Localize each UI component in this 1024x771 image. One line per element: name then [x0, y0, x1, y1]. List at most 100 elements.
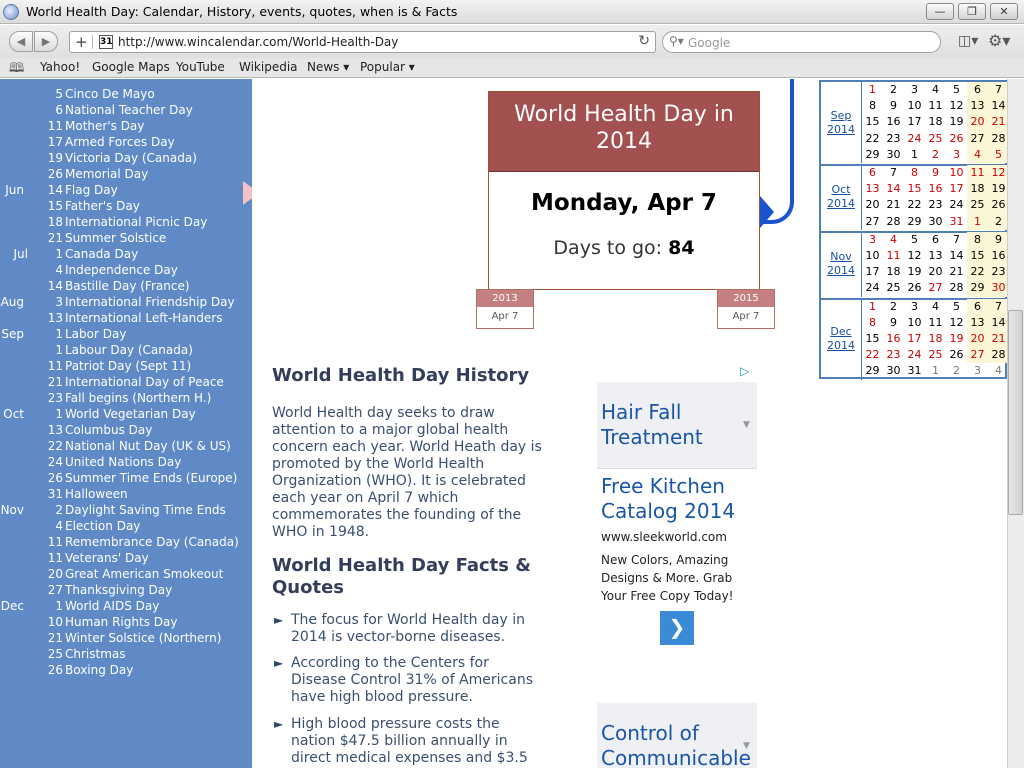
calendar-day[interactable]: 9	[883, 315, 904, 331]
ad-expand-icon[interactable]: ▼	[743, 420, 750, 430]
calendar-day[interactable]: 21	[988, 114, 1009, 131]
calendar-day[interactable]: 22	[862, 347, 883, 363]
holiday-list-item[interactable]: 22 National Nut Day (UK & US)	[0, 438, 250, 454]
calendar-day[interactable]: 18	[925, 114, 946, 130]
calendar-day[interactable]: 17	[862, 264, 883, 280]
calendar-day[interactable]: 15	[904, 181, 925, 197]
holiday-name[interactable]: Flag Day	[65, 182, 118, 198]
calendar-day[interactable]: 3	[946, 147, 967, 163]
holiday-list-item[interactable]: 27 Thanksgiving Day	[0, 582, 250, 598]
holiday-list-item[interactable]: 17 Armed Forces Day	[0, 134, 250, 150]
calendar-day[interactable]: 3	[862, 232, 883, 248]
calendar-day[interactable]: 1	[862, 82, 883, 98]
ad-expand-icon[interactable]: ▼	[743, 741, 750, 751]
calendar-day[interactable]: 4	[967, 146, 988, 163]
calendar-day[interactable]: 14	[883, 181, 904, 197]
calendar-day[interactable]: 24	[946, 197, 967, 213]
holiday-list-item[interactable]: 26 Boxing Day	[0, 662, 250, 678]
holiday-name[interactable]: Memorial Day	[65, 166, 148, 182]
calendar-day[interactable]: 24	[862, 280, 883, 296]
holiday-list-item[interactable]: 26 Memorial Day	[0, 166, 250, 182]
calendar-day[interactable]: 1	[925, 363, 946, 379]
calendar-day[interactable]: 4	[988, 363, 1009, 379]
calendar-day[interactable]: 10	[946, 165, 967, 181]
holiday-name[interactable]: Labor Day	[65, 326, 126, 342]
holiday-name[interactable]: World Vegetarian Day	[65, 406, 196, 422]
calendar-day[interactable]: 13	[967, 98, 988, 115]
holiday-list-item[interactable]: 10 Human Rights Day	[0, 614, 250, 630]
adchoices-icon[interactable]: ▷	[740, 364, 756, 380]
address-bar[interactable]: + 31 http://www.wincalendar.com/World-He…	[69, 31, 656, 53]
calendar-month-link[interactable]: Sep 2014	[821, 109, 861, 137]
calendar-day[interactable]: 21	[988, 330, 1009, 348]
holiday-name[interactable]: Cinco De Mayo	[65, 86, 155, 102]
calendar-day[interactable]: 16	[883, 331, 904, 347]
holiday-name[interactable]: Columbus Day	[65, 422, 152, 438]
holiday-list-item[interactable]: 24 United Nations Day	[0, 454, 250, 470]
calendar-day[interactable]: 26	[904, 280, 925, 296]
calendar-day[interactable]: 25	[883, 280, 904, 296]
calendar-day[interactable]: 19	[946, 331, 967, 347]
calendar-day[interactable]: 25	[967, 197, 988, 214]
holiday-list-item[interactable]: 23 Fall begins (Northern H.)	[0, 390, 250, 406]
calendar-day[interactable]: 4	[925, 299, 946, 315]
calendar-day[interactable]: 18	[967, 181, 988, 198]
calendar-day[interactable]: 2	[883, 82, 904, 98]
calendar-day[interactable]: 27	[967, 347, 988, 364]
calendar-day[interactable]: 16	[925, 181, 946, 197]
calendar-day[interactable]: 6	[925, 232, 946, 248]
holiday-name[interactable]: Thanksgiving Day	[65, 582, 172, 598]
ad-communicable[interactable]: Control of Communicable ▼	[597, 703, 757, 770]
holiday-list-item[interactable]: Oct 1 World Vegetarian Day	[0, 406, 250, 422]
calendar-day[interactable]: 30	[883, 147, 904, 163]
calendar-day[interactable]: 15	[862, 114, 883, 130]
holiday-list-item[interactable]: 13 Columbus Day	[0, 422, 250, 438]
maximize-button[interactable]: ❐	[958, 3, 986, 20]
holiday-list-item[interactable]: 31 Halloween	[0, 486, 250, 502]
calendar-day[interactable]: 29	[967, 280, 988, 297]
calendar-day[interactable]: 10	[862, 248, 883, 264]
calendar-day[interactable]: 28	[988, 130, 1009, 147]
calendar-day[interactable]: 27	[925, 280, 946, 296]
calendar-day[interactable]: 31	[946, 214, 967, 230]
calendar-day[interactable]: 12	[904, 248, 925, 264]
holiday-name[interactable]: Winter Solstice (Northern)	[65, 630, 221, 646]
holiday-list-item[interactable]: 18 International Picnic Day	[0, 214, 250, 230]
calendar-day[interactable]: 12	[946, 98, 967, 114]
calendar-day[interactable]: 13	[862, 181, 883, 197]
holiday-list-item[interactable]: Jun 14 Flag Day	[0, 182, 250, 198]
calendar-day[interactable]: 25	[925, 347, 946, 363]
holiday-name[interactable]: International Friendship Day	[65, 294, 235, 310]
calendar-day[interactable]: 23	[925, 197, 946, 213]
bookmark-popular[interactable]: Popular ▾	[360, 60, 415, 74]
calendar-day[interactable]: 10	[904, 98, 925, 114]
scrollbar-thumb[interactable]	[1008, 310, 1023, 515]
search-input[interactable]: ⚲▾ Google	[662, 31, 941, 53]
calendar-day[interactable]: 7	[988, 298, 1009, 315]
calendar-day[interactable]: 1	[967, 213, 988, 230]
holiday-list-item[interactable]: 11 Patriot Day (Sept 11)	[0, 358, 250, 374]
holiday-list-item[interactable]: 19 Victoria Day (Canada)	[0, 150, 250, 166]
calendar-day[interactable]: 3	[904, 299, 925, 315]
holiday-name[interactable]: Father's Day	[65, 198, 140, 214]
holiday-list-item[interactable]: 21 Summer Solstice	[0, 230, 250, 246]
calendar-day[interactable]: 28	[883, 214, 904, 230]
calendar-day[interactable]: 30	[988, 280, 1009, 297]
calendar-day[interactable]: 9	[883, 98, 904, 114]
bookmark-news[interactable]: News ▾	[307, 60, 349, 74]
calendar-day[interactable]: 31	[904, 363, 925, 379]
holiday-list-item[interactable]: 15 Father's Day	[0, 198, 250, 214]
calendar-day[interactable]: 29	[862, 363, 883, 379]
calendar-day[interactable]: 17	[904, 114, 925, 130]
holiday-list-item[interactable]: 5 Cinco De Mayo	[0, 86, 250, 102]
calendar-day[interactable]: 16	[883, 114, 904, 130]
calendar-day[interactable]: 26	[946, 347, 967, 363]
holiday-name[interactable]: Christmas	[65, 646, 126, 662]
page-menu-icon[interactable]: ◫▾	[958, 33, 978, 49]
calendar-day[interactable]: 1	[904, 147, 925, 163]
calendar-day[interactable]: 22	[862, 131, 883, 147]
holiday-name[interactable]: Remembrance Day (Canada)	[65, 534, 239, 550]
holiday-list-item[interactable]: 13 International Left-Handers	[0, 310, 250, 326]
calendar-day[interactable]: 6	[862, 165, 883, 181]
calendar-day[interactable]: 5	[904, 232, 925, 248]
